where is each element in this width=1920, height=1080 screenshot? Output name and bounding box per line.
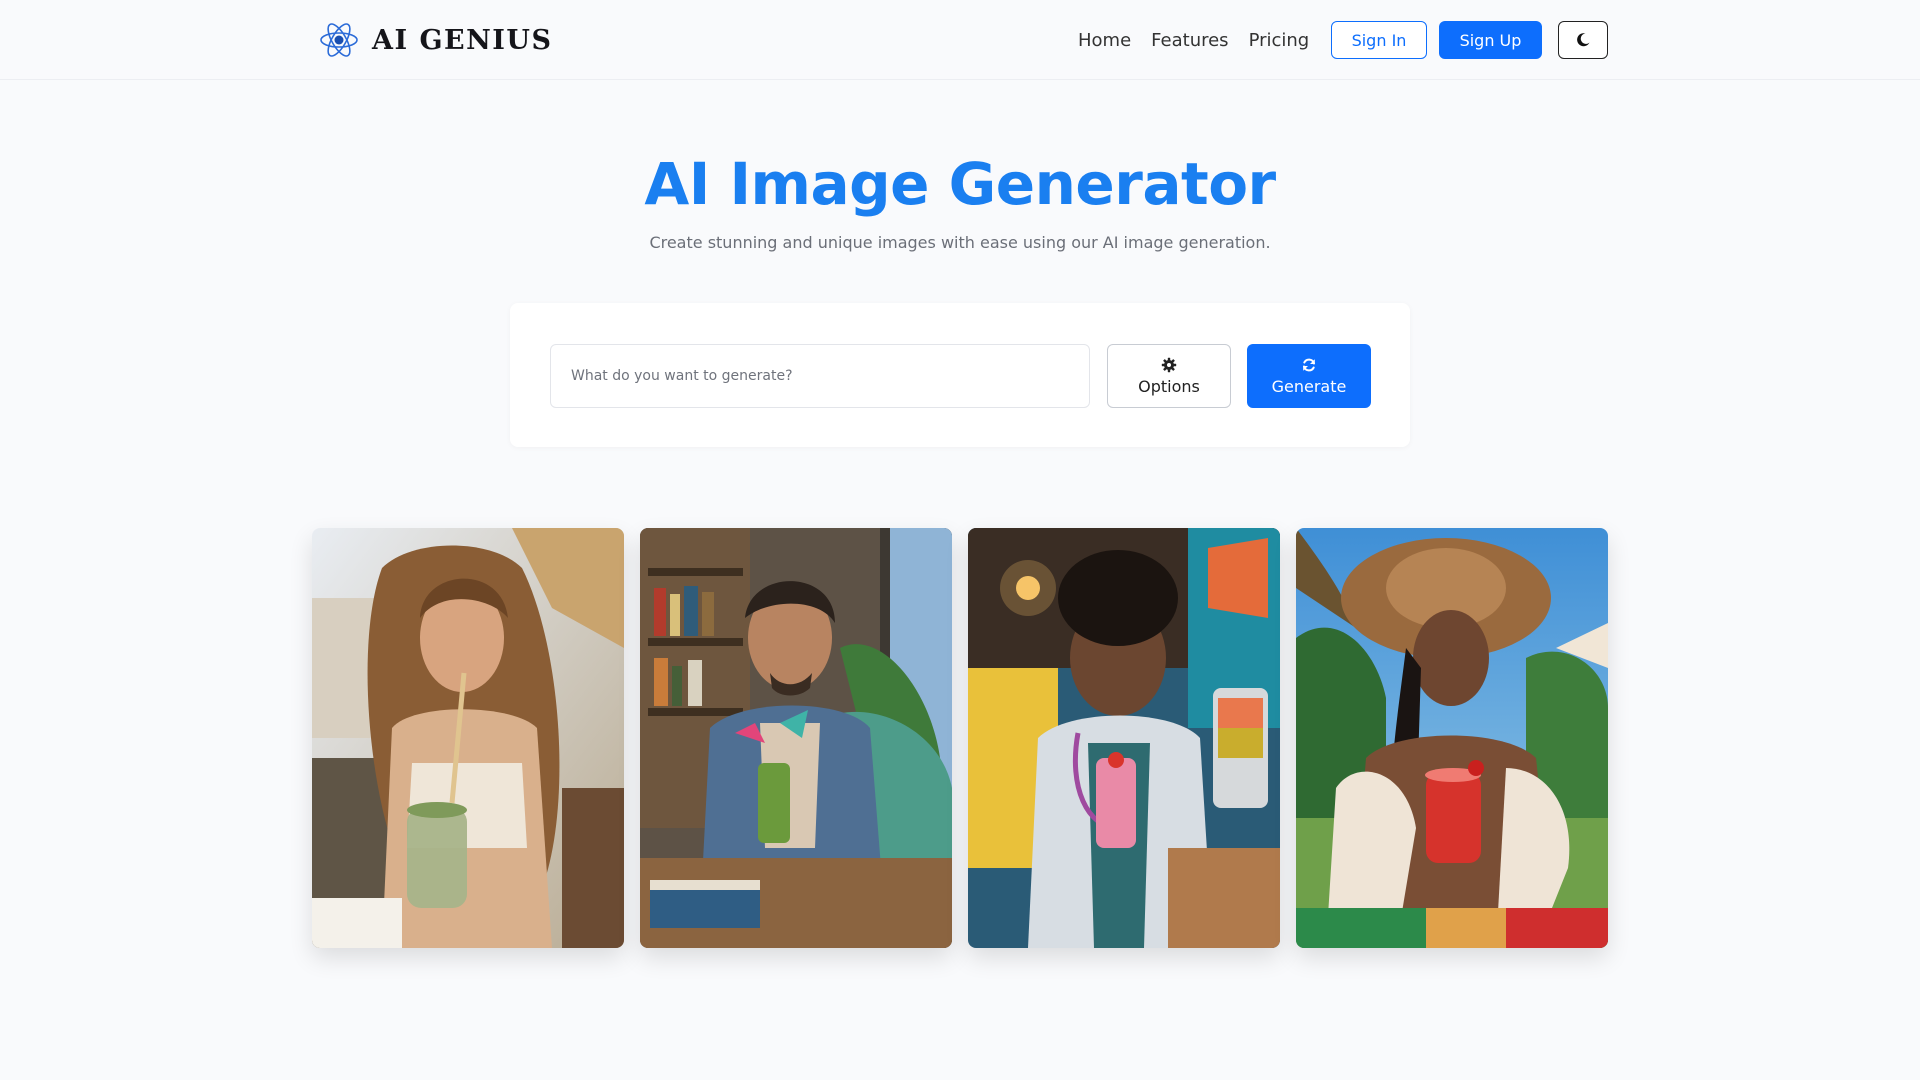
- gear-icon: [1161, 357, 1177, 372]
- theme-toggle-button[interactable]: [1558, 21, 1608, 59]
- generated-image: [640, 528, 952, 948]
- gallery-image-doctor-pink-smoothie[interactable]: [968, 528, 1280, 948]
- gallery-image-man-green-drink[interactable]: [640, 528, 952, 948]
- generate-label: Generate: [1271, 376, 1347, 396]
- page-subtitle: Create stunning and unique images with e…: [649, 233, 1271, 252]
- nav-link-features[interactable]: Features: [1151, 30, 1228, 51]
- nav-links: Home Features Pricing: [1078, 26, 1309, 54]
- brand-logo[interactable]: AI GENIUS: [318, 18, 552, 62]
- image-gallery: [312, 528, 1608, 948]
- gallery-image-woman-sunhat-red-smoothie[interactable]: [1296, 528, 1608, 948]
- generator-card: Options Generate: [510, 303, 1410, 447]
- generated-image: [1296, 528, 1608, 948]
- nav-link-pricing[interactable]: Pricing: [1249, 30, 1310, 51]
- page-title: AI Image Generator: [644, 150, 1276, 218]
- prompt-input[interactable]: [550, 344, 1090, 408]
- nav-link-home[interactable]: Home: [1078, 30, 1131, 51]
- options-button[interactable]: Options: [1107, 344, 1231, 408]
- navbar: AI GENIUS Home Features Pricing Sign In …: [0, 0, 1920, 80]
- sign-up-button[interactable]: Sign Up: [1439, 21, 1542, 59]
- generated-image: [968, 528, 1280, 948]
- atom-icon: [320, 23, 358, 57]
- brand-name: AI GENIUS: [372, 24, 553, 56]
- options-label: Options: [1138, 376, 1200, 396]
- generate-button[interactable]: Generate: [1247, 344, 1371, 408]
- sign-in-button[interactable]: Sign In: [1331, 21, 1427, 59]
- moon-icon: [1577, 33, 1590, 47]
- gallery-image-woman-green-smoothie[interactable]: [312, 528, 624, 948]
- refresh-icon: [1303, 358, 1315, 371]
- generated-image: [312, 528, 624, 948]
